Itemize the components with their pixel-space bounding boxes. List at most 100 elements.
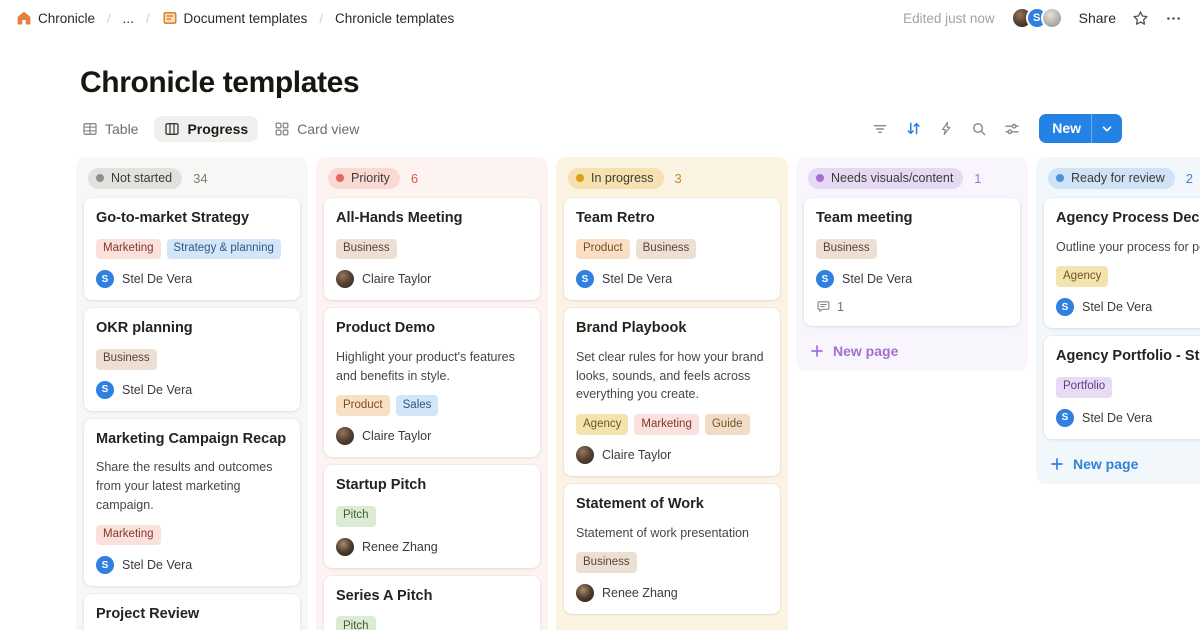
card-title: Team Retro [576,209,768,229]
comment-count: 1 [837,300,844,314]
board-card[interactable]: Series A PitchPitchRenee Zhang [324,576,540,630]
edited-status: Edited just now [903,11,995,26]
sort-icon[interactable] [905,120,922,137]
tab-card-view[interactable]: Card view [264,116,369,142]
card-assignee: S Stel De Vera [96,270,288,288]
board-card[interactable]: Marketing Campaign RecapShare the result… [84,419,300,587]
new-page-button[interactable]: New page [564,622,780,630]
status-badge[interactable]: Ready for review [1048,168,1175,189]
avatar: S [96,270,114,288]
status-label: Ready for review [1071,171,1165,185]
board-card[interactable]: Project ReviewBusinessProductSStel De Ve… [84,594,300,630]
board-card[interactable]: OKR planning Business SStel De Vera [84,308,300,410]
card-assignee: SStel De Vera [816,270,1008,288]
new-page-button[interactable]: New page [804,334,1020,363]
card-title: Team meeting [816,209,1008,229]
assignee-name: Renee Zhang [362,540,438,554]
new-button-label: New [1039,114,1091,143]
more-options-icon[interactable] [1165,10,1182,27]
board-icon [164,121,180,137]
board-card[interactable]: Team meetingBusinessSStel De Vera1 [804,198,1020,326]
assignee-name: Stel De Vera [122,272,192,286]
board-column-priority: Priority6All-Hands MeetingBusinessClaire… [316,157,548,630]
avatar: S [1056,409,1074,427]
breadcrumb-item-document-templates[interactable]: Document templates [158,8,312,28]
top-actions: Edited just now S Share [903,7,1182,29]
filter-icon[interactable] [872,121,888,137]
comment-icon [816,299,831,314]
bolt-icon[interactable] [939,121,954,136]
status-dot-icon [336,174,344,182]
card-title: Project Review [96,605,288,625]
status-dot-icon [816,174,824,182]
top-bar: Chronicle / ... / Document templates / C… [0,0,1200,36]
card-assignee: SStel De Vera [96,556,288,574]
new-page-button[interactable]: New page [1044,447,1200,476]
tag-chip: Business [336,239,397,260]
page-title[interactable]: Chronicle templates [80,66,1200,100]
board-card[interactable]: Team RetroProductBusinessSStel De Vera [564,198,780,300]
breadcrumb-item-workspace[interactable]: Chronicle [12,8,99,28]
status-badge[interactable]: Needs visuals/content [808,168,963,189]
card-tags: Pitch [336,616,528,630]
assignee-name: Claire Taylor [362,272,431,286]
card-title: Series A Pitch [336,587,528,607]
tag-chip: Product [336,395,390,416]
board-column-ready-for-review: Ready for review2Agency Process DeckOutl… [1036,157,1200,484]
tag-chip: Business [636,239,697,260]
card-tags: AgencyMarketingGuide [576,414,768,435]
column-header: Ready for review2 [1044,165,1200,198]
share-button[interactable]: Share [1079,10,1116,26]
avatar [336,427,354,445]
tag-chip: Agency [1056,266,1108,287]
board-card[interactable]: Agency Process DeckOutline your process … [1044,198,1200,328]
status-label: In progress [591,171,654,185]
breadcrumb-item-chronicle-templates[interactable]: Chronicle templates [331,9,458,28]
board-card[interactable]: Product DemoHighlight your product's fea… [324,308,540,457]
new-button[interactable]: New [1039,114,1122,143]
card-assignee: SStel De Vera [96,381,288,399]
tag-chip: Marketing [96,525,161,546]
board-card[interactable]: Go-to-market StrategyMarketingStrategy &… [84,198,300,300]
avatar: S [1056,298,1074,316]
board-card[interactable]: Startup PitchPitchRenee Zhang [324,465,540,567]
tag-chip: Sales [396,395,439,416]
status-label: Needs visuals/content [831,171,953,185]
sliders-icon[interactable] [1004,121,1020,137]
status-badge[interactable]: In progress [568,168,664,189]
home-icon [16,10,32,26]
search-icon[interactable] [971,121,987,137]
tag-chip: Product [576,239,630,260]
breadcrumb-item-ellipsis[interactable]: ... [119,9,138,28]
collaborator-avatars[interactable]: S [1011,7,1063,29]
card-tags: Marketing [96,525,288,546]
column-count: 1 [974,171,981,186]
new-page-label: New page [1073,456,1138,472]
chevron-down-icon[interactable] [1091,114,1122,143]
card-assignee: Claire Taylor [336,270,528,288]
tab-progress[interactable]: Progress [154,116,258,142]
breadcrumb-separator: / [319,11,323,26]
status-badge[interactable]: Priority [328,168,400,189]
board-card[interactable]: Agency Portfolio - StudioPortfolioSStel … [1044,336,1200,438]
card-title: OKR planning [96,319,288,339]
tag-chip: Portfolio [1056,377,1112,398]
favorite-star-icon[interactable] [1132,10,1149,27]
breadcrumb-label: Document templates [184,11,308,26]
plus-icon [1050,457,1064,471]
card-assignee: Renee Zhang [576,584,768,602]
card-description: Share the results and outcomes from your… [96,458,288,514]
board-card[interactable]: All-Hands MeetingBusinessClaire Taylor [324,198,540,300]
plus-icon [810,344,824,358]
toolbar-actions: New [872,114,1122,143]
avatar [576,446,594,464]
avatar: S [96,556,114,574]
kanban-board: Not started34Go-to-market StrategyMarket… [0,157,1200,630]
board-card[interactable]: Statement of WorkStatement of work prese… [564,484,780,614]
card-assignee: Renee Zhang [336,538,528,556]
tag-chip: Business [96,349,157,370]
new-page-label: New page [833,343,898,359]
board-card[interactable]: Brand PlaybookSet clear rules for how yo… [564,308,780,476]
tab-table[interactable]: Table [72,116,148,142]
status-badge[interactable]: Not started [88,168,182,189]
